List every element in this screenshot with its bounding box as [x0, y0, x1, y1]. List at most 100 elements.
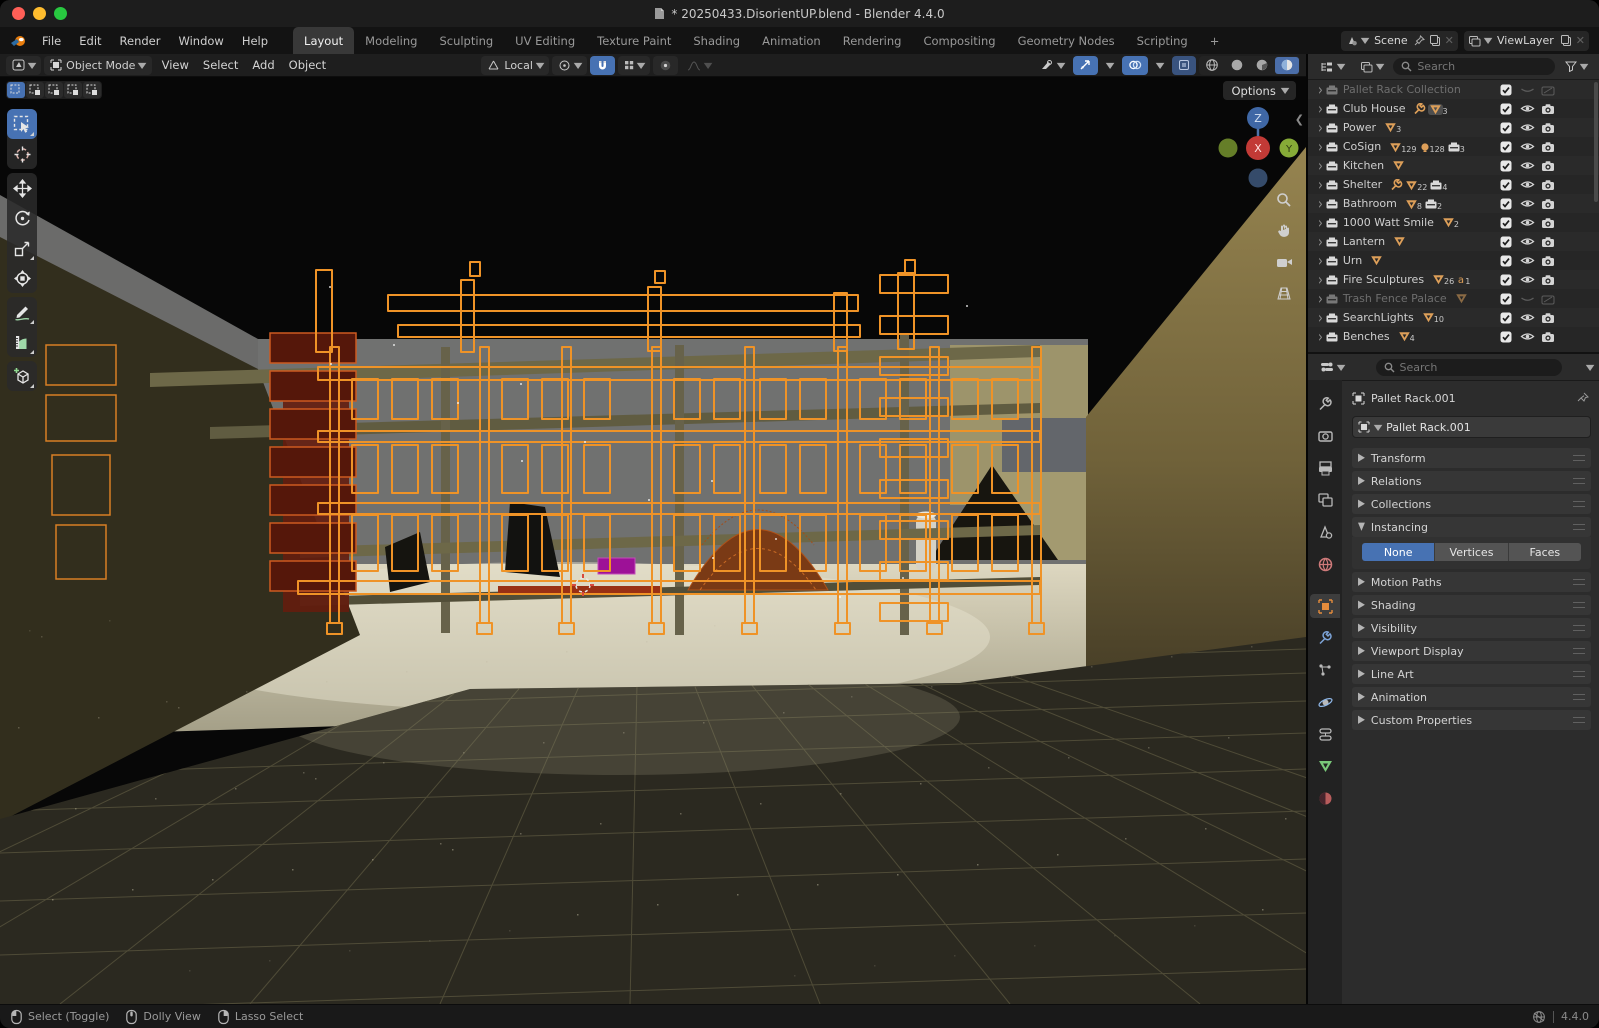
disable-render-camera-icon[interactable]: [1539, 327, 1557, 346]
exclude-checkbox[interactable]: [1497, 232, 1515, 251]
shading-solid-button[interactable]: [1225, 57, 1249, 74]
hide-viewport-eye-icon[interactable]: [1518, 118, 1536, 137]
new-viewlayer-icon[interactable]: [1560, 34, 1572, 47]
disclosure-icon[interactable]: ›: [1318, 99, 1323, 117]
xray-toggle[interactable]: [1172, 56, 1196, 75]
disable-render-camera-icon[interactable]: [1539, 232, 1557, 251]
panel-header-line-art[interactable]: ▶Line Art: [1352, 664, 1591, 684]
properties-tab-data[interactable]: [1310, 754, 1340, 778]
outliner-row-cosign[interactable]: ›CoSign1291283: [1308, 137, 1599, 156]
disclosure-icon[interactable]: ›: [1318, 80, 1323, 98]
proportional-edit-toggle[interactable]: [653, 56, 678, 75]
select-mode-extend[interactable]: [26, 82, 44, 98]
exclude-checkbox[interactable]: [1497, 213, 1515, 232]
disable-render-camera-icon[interactable]: [1539, 80, 1557, 99]
overlays-dropdown[interactable]: ▼: [1151, 56, 1169, 75]
panel-header-visibility[interactable]: ▶Visibility: [1352, 618, 1591, 638]
disable-render-camera-icon[interactable]: [1539, 118, 1557, 137]
disable-render-camera-icon[interactable]: [1539, 99, 1557, 118]
outliner-filter-dropdown[interactable]: ▼: [1559, 57, 1593, 76]
workspace-tab-shading[interactable]: Shading: [682, 27, 751, 54]
menu-window[interactable]: Window: [169, 27, 232, 54]
properties-tab-view-layer[interactable]: [1310, 488, 1340, 512]
workspace-tab-animation[interactable]: Animation: [751, 27, 832, 54]
gizmos-toggle[interactable]: [1073, 56, 1098, 75]
disable-render-camera-icon[interactable]: [1539, 270, 1557, 289]
properties-search-input[interactable]: Search: [1376, 359, 1562, 376]
orientation-dropdown[interactable]: Local▼: [481, 56, 549, 75]
properties-tab-particles[interactable]: [1310, 658, 1340, 682]
properties-tab-modifiers[interactable]: [1310, 626, 1340, 650]
viewport-menu-object[interactable]: Object: [282, 58, 333, 72]
viewport-menu-select[interactable]: Select: [196, 58, 245, 72]
hide-viewport-eye-icon[interactable]: [1518, 194, 1536, 213]
outliner-row-searchlights[interactable]: ›SearchLights10: [1308, 308, 1599, 327]
viewport-canvas[interactable]: Options▼ Z Y X ❮: [0, 77, 1306, 1004]
workspace-tab-rendering[interactable]: Rendering: [832, 27, 913, 54]
panel-header-relations[interactable]: ▶Relations: [1352, 471, 1591, 491]
disable-render-camera-icon[interactable]: [1539, 156, 1557, 175]
disable-render-camera-icon[interactable]: [1539, 213, 1557, 232]
options-dropdown[interactable]: Options▼: [1223, 81, 1296, 100]
workspace-tab-compositing[interactable]: Compositing: [912, 27, 1006, 54]
outliner-search-input[interactable]: Search: [1393, 58, 1555, 75]
pivot-dropdown[interactable]: ▼: [552, 56, 587, 75]
tool-rotate[interactable]: [7, 203, 37, 233]
close-window-button[interactable]: [12, 7, 25, 20]
exclude-checkbox[interactable]: [1497, 270, 1515, 289]
disclosure-icon[interactable]: ›: [1318, 270, 1323, 288]
outliner-row-club-house[interactable]: ›Club House3: [1308, 99, 1599, 118]
tool-transform[interactable]: [7, 263, 37, 293]
panel-header-motion-paths[interactable]: ▶Motion Paths: [1352, 572, 1591, 592]
disable-render-camera-icon[interactable]: [1539, 308, 1557, 327]
unlink-scene-icon[interactable]: ✕: [1445, 34, 1454, 47]
disable-render-camera-icon[interactable]: [1539, 289, 1557, 308]
tool-move[interactable]: [7, 173, 37, 203]
show-object-types-dropdown[interactable]: ▼: [1034, 56, 1070, 75]
properties-tab-material[interactable]: [1310, 786, 1340, 810]
panel-header-viewport-display[interactable]: ▶Viewport Display: [1352, 641, 1591, 661]
panel-header-transform[interactable]: ▶Transform: [1352, 448, 1591, 468]
tool-measure[interactable]: [7, 327, 37, 357]
instancing-option-vertices[interactable]: Vertices: [1435, 543, 1508, 561]
exclude-checkbox[interactable]: [1497, 327, 1515, 346]
outliner-row-lantern[interactable]: ›Lantern: [1308, 232, 1599, 251]
panel-header-instancing[interactable]: ▼Instancing: [1352, 517, 1591, 537]
add-workspace-button[interactable]: +: [1199, 27, 1231, 54]
exclude-checkbox[interactable]: [1497, 156, 1515, 175]
panel-header-animation[interactable]: ▶Animation: [1352, 687, 1591, 707]
blender-logo-icon[interactable]: [10, 34, 27, 48]
menu-render[interactable]: Render: [111, 27, 170, 54]
hide-viewport-eye-icon[interactable]: [1518, 308, 1536, 327]
panel-header-custom-properties[interactable]: ▶Custom Properties: [1352, 710, 1591, 730]
mode-dropdown[interactable]: Object Mode▼: [44, 56, 151, 75]
viewport-menu-add[interactable]: Add: [245, 58, 281, 72]
scene-selector[interactable]: ▼ Scene ✕: [1341, 31, 1458, 51]
pan-view-button[interactable]: [1273, 220, 1295, 242]
zoom-window-button[interactable]: [54, 7, 67, 20]
select-mode-subtract[interactable]: [45, 82, 63, 98]
hide-viewport-eye-icon[interactable]: [1518, 289, 1536, 308]
hide-viewport-eye-icon[interactable]: [1518, 99, 1536, 118]
disable-render-camera-icon[interactable]: [1539, 251, 1557, 270]
proportional-falloff-dropdown[interactable]: ▼: [681, 56, 717, 75]
disclosure-icon[interactable]: ›: [1318, 156, 1323, 174]
collapse-region-arrow[interactable]: ❮: [1295, 113, 1304, 126]
menu-help[interactable]: Help: [233, 27, 277, 54]
outliner-row-1000-watt-smile[interactable]: ›1000 Watt Smile2: [1308, 213, 1599, 232]
shading-wireframe-button[interactable]: [1200, 57, 1224, 74]
disclosure-icon[interactable]: ›: [1318, 232, 1323, 250]
disable-render-camera-icon[interactable]: [1539, 194, 1557, 213]
minimize-window-button[interactable]: [33, 7, 46, 20]
outliner-row-fire-sculptures[interactable]: ›Fire Sculptures26a1: [1308, 270, 1599, 289]
disclosure-icon[interactable]: ›: [1318, 213, 1323, 231]
properties-tab-tool[interactable]: [1310, 392, 1340, 416]
exclude-checkbox[interactable]: [1497, 118, 1515, 137]
properties-tab-constraints[interactable]: [1310, 722, 1340, 746]
hide-viewport-eye-icon[interactable]: [1518, 270, 1536, 289]
new-scene-icon[interactable]: [1429, 34, 1441, 47]
select-mode-new[interactable]: [7, 82, 25, 98]
disclosure-icon[interactable]: ›: [1318, 251, 1323, 269]
snap-settings-dropdown[interactable]: ▼: [618, 56, 650, 75]
select-mode-invert[interactable]: [64, 82, 82, 98]
